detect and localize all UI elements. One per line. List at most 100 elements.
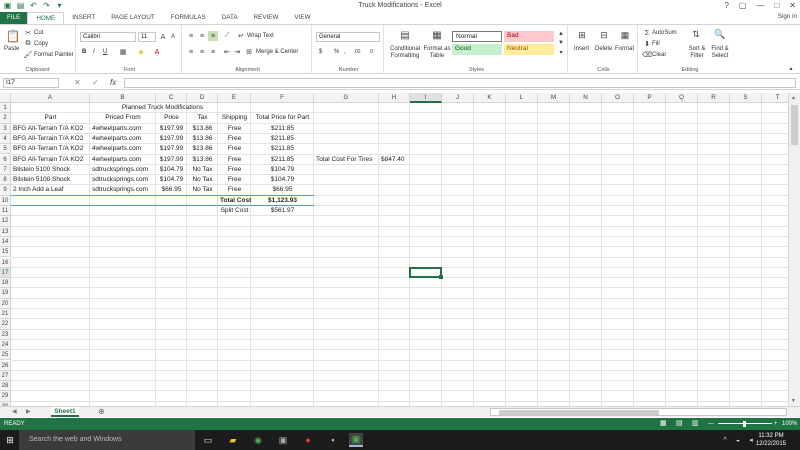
borders-icon[interactable]: ▦ bbox=[118, 47, 128, 57]
row-header-20[interactable]: 20 bbox=[0, 298, 11, 309]
percent-button[interactable]: % bbox=[334, 49, 339, 55]
cell-tax[interactable]: $13.86 bbox=[189, 144, 216, 154]
paste-button[interactable]: Paste bbox=[4, 46, 19, 52]
cell-total-part[interactable]: $104.79 bbox=[253, 165, 312, 175]
column-header-q[interactable]: Q bbox=[666, 93, 698, 103]
format-cells-button[interactable]: Format bbox=[615, 46, 634, 52]
cell-priced-from[interactable]: 4wheelparts.com bbox=[92, 155, 154, 165]
column-header-g[interactable]: G bbox=[314, 93, 379, 103]
tab-insert[interactable]: INSERT bbox=[64, 12, 103, 24]
row-header-11[interactable]: 11 bbox=[0, 206, 11, 217]
align-bottom-icon[interactable]: ≡ bbox=[208, 31, 218, 41]
page-layout-view-icon[interactable]: ▤ bbox=[676, 418, 683, 430]
row-header-2[interactable]: 2 bbox=[0, 113, 11, 124]
row-header-15[interactable]: 15 bbox=[0, 247, 11, 258]
row-header-7[interactable]: 7 bbox=[0, 164, 11, 176]
fill-handle[interactable] bbox=[439, 275, 443, 280]
app-gray-icon[interactable]: ▪ bbox=[326, 433, 340, 447]
split-cost-label[interactable]: Split Cost bbox=[220, 206, 249, 216]
chrome-icon[interactable]: ◉ bbox=[251, 433, 265, 447]
merge-center-icon[interactable]: ⊞ bbox=[244, 47, 254, 57]
excel-taskbar-icon[interactable]: ▣ bbox=[349, 433, 363, 447]
format-painter-icon[interactable]: 🖌 bbox=[23, 50, 33, 60]
column-header-l[interactable]: L bbox=[506, 93, 538, 103]
cell-tax[interactable]: $13.86 bbox=[189, 124, 216, 134]
vertical-scrollbar[interactable]: ▲ ▼ bbox=[788, 93, 800, 406]
align-middle-icon[interactable]: ≡ bbox=[197, 31, 207, 41]
taskbar-search[interactable]: Search the web and Windows bbox=[19, 430, 195, 450]
row-header-16[interactable]: 16 bbox=[0, 257, 11, 268]
wrap-text-icon[interactable]: ↵ bbox=[236, 31, 246, 41]
row-header-23[interactable]: 23 bbox=[0, 329, 11, 340]
enter-formula-icon[interactable]: ✓ bbox=[92, 78, 99, 87]
cell-priced-from[interactable]: 4wheelparts.com bbox=[92, 134, 154, 144]
copy-icon[interactable]: ⧉ bbox=[23, 39, 33, 49]
find-select-icon[interactable]: 🔍 bbox=[714, 28, 726, 40]
app-icon[interactable]: ▣ bbox=[276, 433, 290, 447]
split-cost-value[interactable]: $561.97 bbox=[253, 206, 312, 216]
increase-indent-icon[interactable]: ⇥ bbox=[232, 47, 242, 57]
cell-part[interactable]: BFG All-Terrain T/A KO2 bbox=[13, 144, 88, 154]
file-explorer-icon[interactable]: ▰ bbox=[226, 433, 240, 447]
column-header-m[interactable]: M bbox=[538, 93, 570, 103]
selected-cell[interactable] bbox=[409, 266, 442, 279]
cut-icon[interactable]: ✂ bbox=[23, 28, 33, 38]
column-header-d[interactable]: D bbox=[187, 93, 218, 103]
header-cell[interactable]: Price bbox=[158, 113, 185, 123]
column-header-f[interactable]: F bbox=[251, 93, 314, 103]
task-view-icon[interactable]: ▭ bbox=[201, 433, 215, 447]
row-header-25[interactable]: 25 bbox=[0, 350, 11, 361]
minimize-button[interactable]: — bbox=[756, 1, 764, 10]
cell-part[interactable]: BFG All-Terrain T/A KO2 bbox=[13, 124, 88, 134]
start-icon[interactable]: ⊞ bbox=[3, 433, 17, 447]
row-header-24[interactable]: 24 bbox=[0, 339, 11, 351]
cell-shipping[interactable]: Free bbox=[220, 165, 249, 175]
cell-total-part[interactable]: $211.85 bbox=[253, 144, 312, 154]
column-header-a[interactable]: A bbox=[11, 93, 90, 103]
delete-cells-button[interactable]: Delete bbox=[595, 46, 612, 52]
align-left-icon[interactable]: ≡ bbox=[186, 47, 196, 57]
column-header-r[interactable]: R bbox=[698, 93, 730, 103]
format-painter-button[interactable]: Format Painter bbox=[34, 52, 74, 58]
shrink-font-icon[interactable]: A bbox=[168, 32, 178, 42]
column-header-n[interactable]: N bbox=[570, 93, 602, 103]
header-cell[interactable]: Total Price for Part bbox=[253, 113, 312, 123]
cell-shipping[interactable]: Free bbox=[220, 144, 249, 154]
row-header-13[interactable]: 13 bbox=[0, 226, 11, 237]
style-normal[interactable]: Normal bbox=[452, 31, 502, 42]
cell-total-part[interactable]: $211.85 bbox=[253, 155, 312, 165]
zoom-slider-thumb[interactable] bbox=[743, 421, 746, 427]
fill-button[interactable]: Fill bbox=[652, 41, 660, 47]
cell-price[interactable]: $104.79 bbox=[158, 165, 185, 175]
style-bad[interactable]: Bad bbox=[504, 31, 554, 42]
row-header-22[interactable]: 22 bbox=[0, 319, 11, 330]
row-header-5[interactable]: 5 bbox=[0, 144, 11, 155]
scroll-up-icon[interactable]: ▲ bbox=[791, 95, 796, 101]
cell-priced-from[interactable]: 4wheelparts.com bbox=[92, 124, 154, 134]
cell-part[interactable]: BFG All-Terrain T/A KO2 bbox=[13, 134, 88, 144]
format-as-table-icon[interactable]: ▦ bbox=[430, 28, 444, 42]
header-cell[interactable]: Tax bbox=[189, 113, 216, 123]
sign-in-link[interactable]: Sign in bbox=[778, 13, 797, 20]
fill-icon[interactable]: ⬇ bbox=[642, 39, 652, 49]
tab-home[interactable]: HOME bbox=[27, 12, 65, 24]
cell-tax[interactable]: No Tax bbox=[189, 175, 216, 185]
paste-icon[interactable]: 📋 bbox=[6, 29, 21, 43]
row-header-1[interactable]: 1 bbox=[0, 103, 11, 114]
clear-button[interactable]: Clear bbox=[652, 52, 666, 58]
tab-view[interactable]: VIEW bbox=[286, 12, 318, 24]
row-header-10[interactable]: 10 bbox=[0, 195, 11, 206]
app-red-icon[interactable]: ● bbox=[301, 433, 315, 447]
zoom-in-icon[interactable]: + bbox=[774, 418, 778, 430]
row-header-9[interactable]: 9 bbox=[0, 185, 11, 196]
cell-priced-from[interactable]: 4wheelparts.com bbox=[92, 144, 154, 154]
zoom-out-icon[interactable]: — bbox=[708, 418, 714, 430]
format-cells-icon[interactable]: ▦ bbox=[619, 29, 631, 41]
cell-price[interactable]: $104.79 bbox=[158, 175, 185, 185]
row-header-6[interactable]: 6 bbox=[0, 154, 11, 165]
cell-shipping[interactable]: Free bbox=[220, 134, 249, 144]
help-button[interactable]: ? bbox=[724, 1, 728, 10]
font-size-select[interactable]: 11 bbox=[138, 32, 156, 42]
row-header-3[interactable]: 3 bbox=[0, 123, 11, 134]
name-box[interactable]: I17 bbox=[3, 78, 59, 88]
